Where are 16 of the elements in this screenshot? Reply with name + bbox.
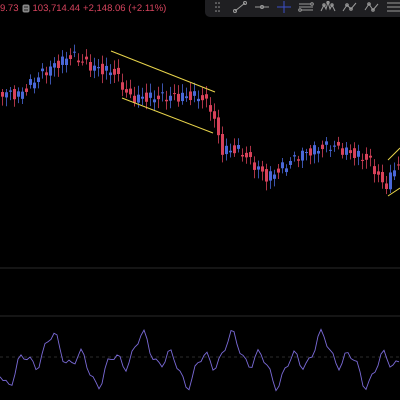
tool-button[interactable] bbox=[363, 0, 381, 14]
tool-button[interactable] bbox=[297, 0, 315, 14]
parallel-channel-icon bbox=[298, 0, 314, 12]
price-value: 103,714.44 bbox=[32, 2, 80, 14]
trend-line-icon bbox=[232, 0, 248, 12]
pattern-icon bbox=[320, 0, 336, 12]
tool-button[interactable] bbox=[275, 0, 293, 14]
price-value: 9.73 bbox=[0, 2, 18, 14]
price-value: +2,148.06 (+2.11%) bbox=[83, 2, 166, 14]
multiple-lines-icon bbox=[386, 0, 400, 12]
tool-button[interactable] bbox=[231, 0, 249, 14]
drag-handle-icon bbox=[215, 0, 221, 12]
zigzag-icon bbox=[342, 0, 358, 12]
tool-button[interactable] bbox=[385, 0, 400, 14]
path-icon bbox=[364, 0, 380, 12]
crosshair-icon bbox=[276, 0, 292, 12]
